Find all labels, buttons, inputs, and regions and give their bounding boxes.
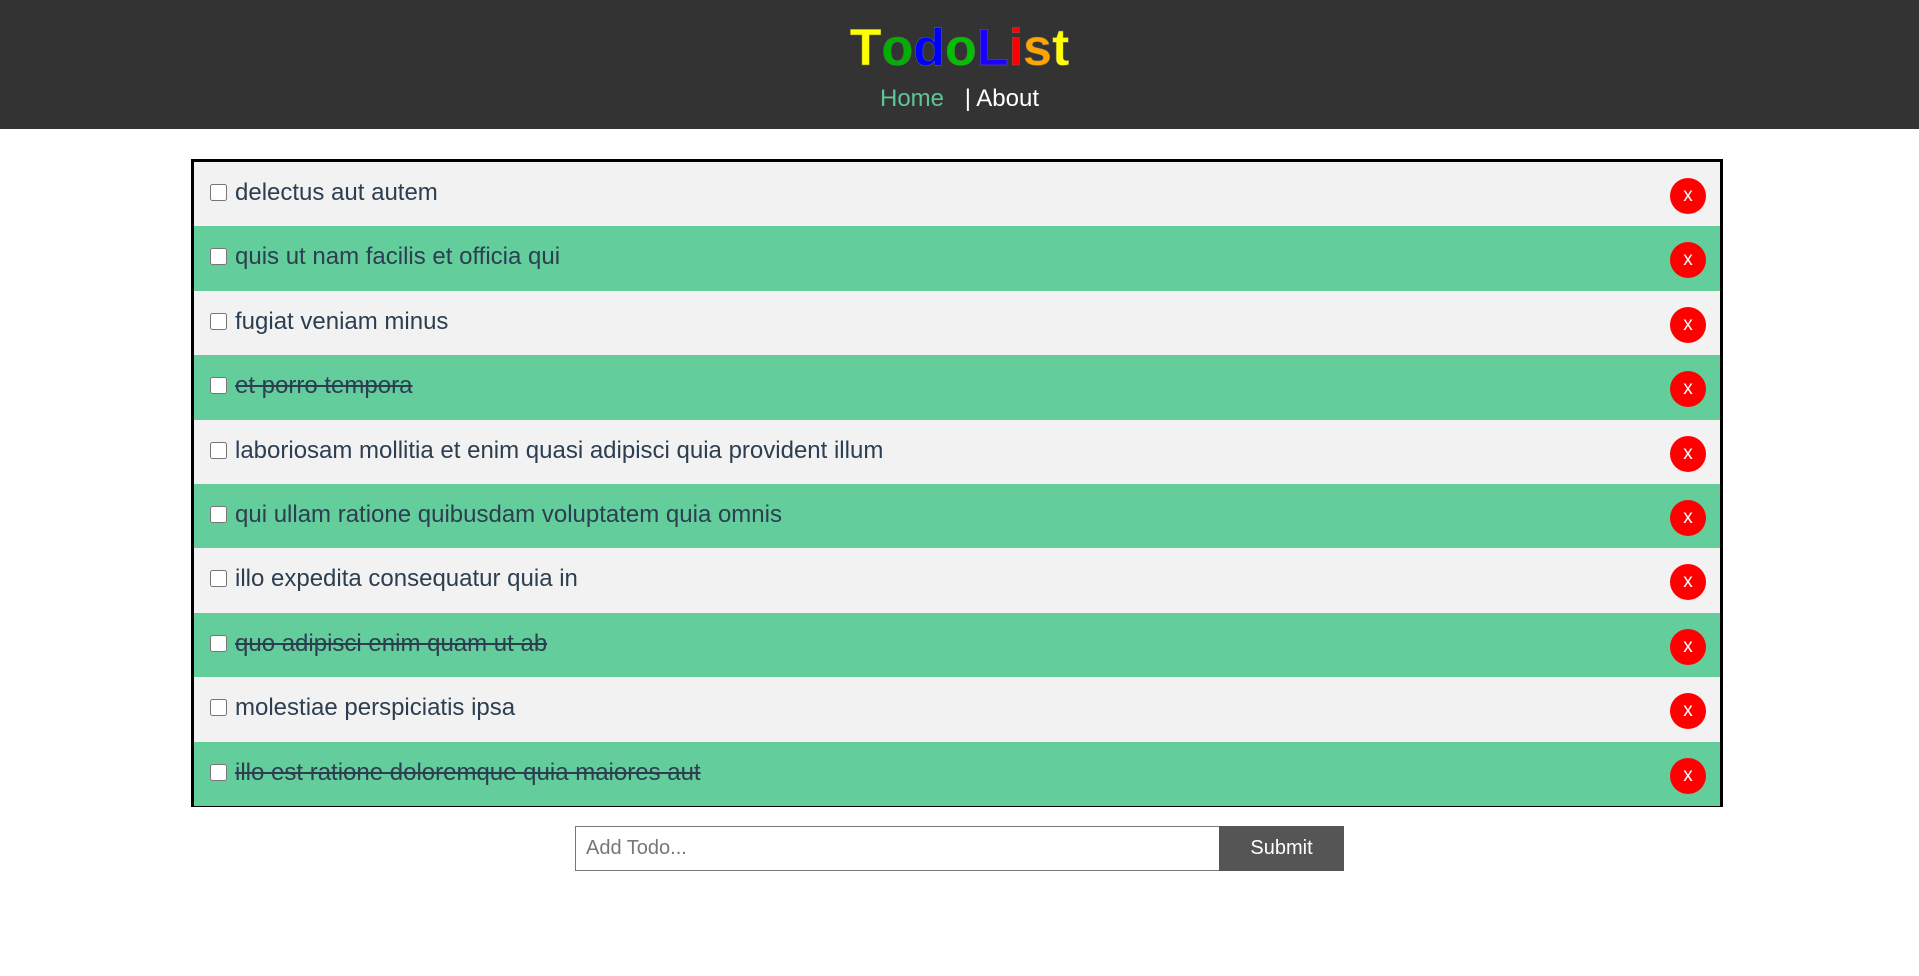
todo-item: quis ut nam facilis et officia qui x xyxy=(194,226,1720,291)
delete-todo-button[interactable]: x xyxy=(1670,693,1706,730)
delete-todo-button[interactable]: x xyxy=(1670,628,1706,665)
todo-checkbox[interactable] xyxy=(210,699,227,717)
delete-todo-button[interactable]: x xyxy=(1670,499,1706,536)
todo-checkbox[interactable] xyxy=(210,570,227,588)
todo-item: illo est ratione doloremque quia maiores… xyxy=(194,741,1720,806)
todo-title: illo est ratione doloremque quia maiores… xyxy=(235,758,701,786)
todo-item: et porro tempora x xyxy=(194,355,1720,420)
todo-item: quo adipisci enim quam ut ab x xyxy=(194,612,1720,678)
todo-checkbox[interactable] xyxy=(210,441,227,459)
todo-list: delectus aut autem x quis ut nam facilis e… xyxy=(191,159,1723,807)
todo-item: fugiat veniam minus x xyxy=(194,290,1720,356)
todo-title: molestiae perspiciatis ipsa xyxy=(235,694,516,722)
header: TodoList Home | About xyxy=(0,0,1919,129)
nav-bar: Home | About xyxy=(0,84,1919,114)
todo-item: molestiae perspiciatis ipsa x xyxy=(194,677,1720,742)
submit-button[interactable]: Submit xyxy=(1219,826,1344,871)
todo-title: delectus aut autem xyxy=(235,179,438,206)
todo-title: quis ut nam facilis et officia qui xyxy=(235,243,561,271)
title-letter: i xyxy=(1008,19,1024,78)
todo-item: illo expedita consequatur quia in x xyxy=(194,548,1720,613)
nav-home-link[interactable]: Home xyxy=(880,85,944,112)
add-todo-input[interactable] xyxy=(575,826,1220,871)
todo-title: laboriosam mollitia et enim quasi adipis… xyxy=(235,436,884,464)
title-letter: t xyxy=(1051,19,1070,78)
todo-title: qui ullam ratione quibusdam voluptatem q… xyxy=(235,500,782,528)
delete-todo-button[interactable]: x xyxy=(1670,178,1706,214)
title-letter: L xyxy=(976,19,1009,78)
title-letter: s xyxy=(1023,19,1052,78)
delete-todo-button[interactable]: x xyxy=(1670,435,1706,472)
todo-item: delectus aut autem x xyxy=(194,162,1720,227)
delete-todo-button[interactable]: x xyxy=(1670,371,1706,408)
title-letter: T xyxy=(849,19,882,78)
title-letter: d xyxy=(913,19,946,78)
todo-item: laboriosam mollitia et enim quasi adipis… xyxy=(194,419,1720,484)
title-letter: o xyxy=(945,19,977,78)
todo-title: fugiat veniam minus xyxy=(235,307,449,335)
add-todo-form: Submit xyxy=(575,826,1344,871)
delete-todo-button[interactable]: x xyxy=(1670,242,1706,279)
delete-todo-button[interactable]: x xyxy=(1670,564,1706,601)
todo-checkbox[interactable] xyxy=(210,248,227,266)
todo-title: quo adipisci enim quam ut ab xyxy=(235,629,548,657)
delete-todo-button[interactable]: x xyxy=(1670,306,1706,343)
todo-title: et porro tempora xyxy=(235,372,413,400)
todo-item: qui ullam ratione quibusdam voluptatem q… xyxy=(194,483,1720,549)
nav-about-link[interactable]: About xyxy=(976,85,1039,112)
todo-title: illo expedita consequatur quia in xyxy=(235,565,578,593)
nav-separator: | xyxy=(964,85,971,112)
title-letter: o xyxy=(881,19,914,78)
todo-checkbox[interactable] xyxy=(210,505,227,523)
delete-todo-button[interactable]: x xyxy=(1670,757,1706,794)
todo-checkbox[interactable] xyxy=(210,184,227,201)
todo-checkbox[interactable] xyxy=(210,312,227,330)
app-title: TodoList xyxy=(0,18,1919,78)
